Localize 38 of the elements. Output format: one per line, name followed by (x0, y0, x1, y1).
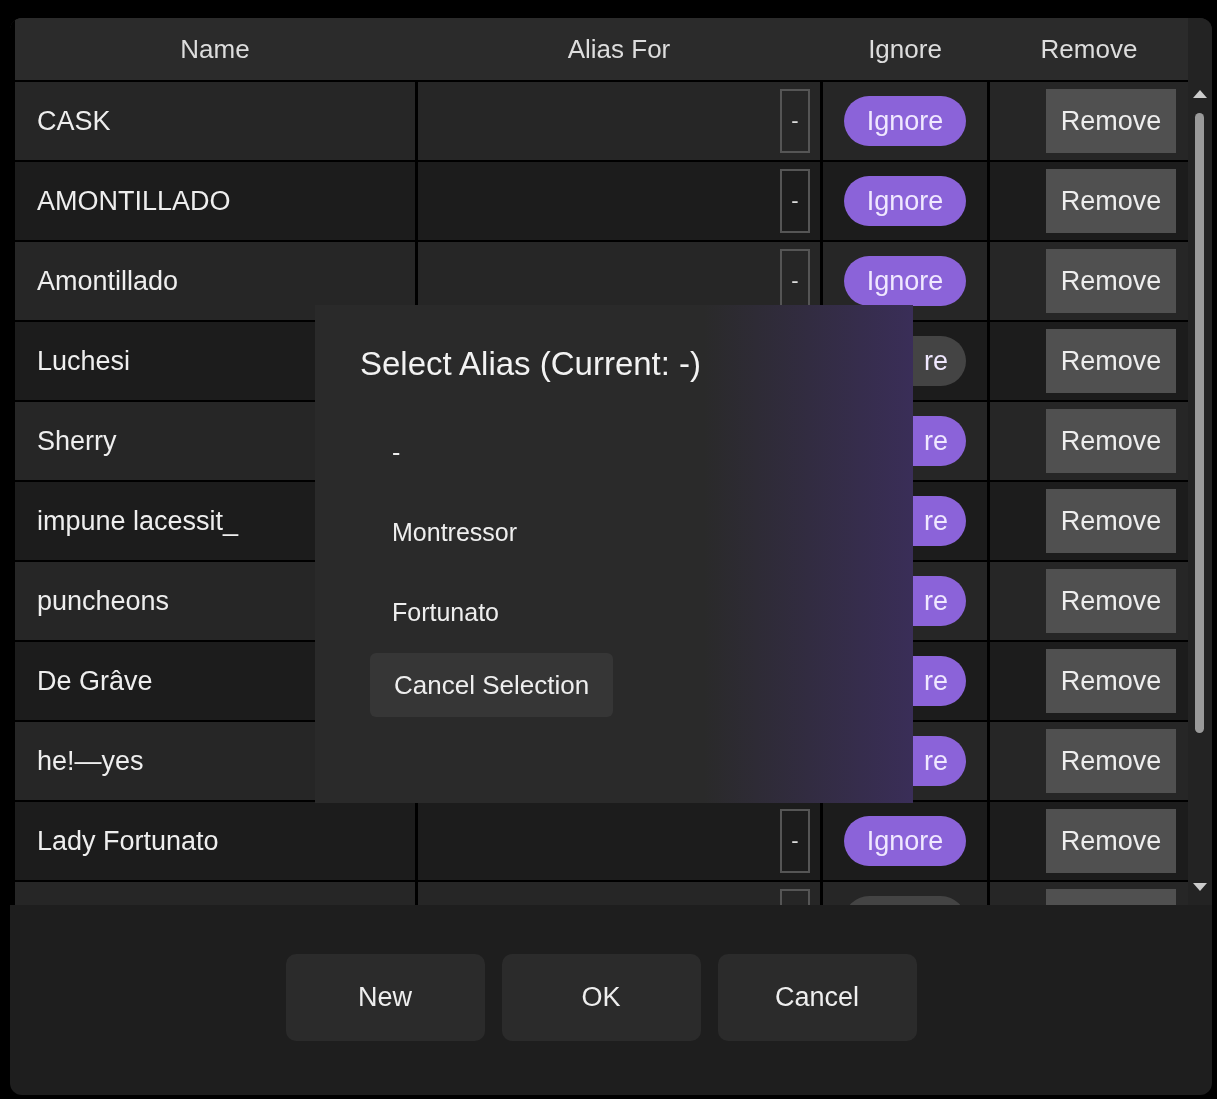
remove-button[interactable]: Remove (1046, 649, 1176, 713)
ignore-toggle[interactable]: Ignore (844, 256, 966, 306)
scroll-up-icon[interactable] (1193, 90, 1207, 98)
alias-option[interactable]: - (360, 413, 407, 491)
name-cell: Lady Fortunato (37, 825, 219, 857)
dialog-button[interactable]: New (285, 953, 485, 1041)
scroll-down-icon[interactable] (1193, 883, 1207, 891)
remove-button[interactable]: Remove (1046, 809, 1176, 873)
popup-title: Select Alias (Current: -) (360, 345, 702, 383)
remove-button[interactable]: Remove (1046, 329, 1176, 393)
name-cell: AMONTILLADO (37, 185, 231, 217)
alias-button[interactable]: - (780, 809, 810, 873)
remove-button[interactable]: Remove (1046, 249, 1176, 313)
name-cell: puncheons (37, 585, 170, 617)
remove-button[interactable]: Remove (1046, 729, 1176, 793)
name-cell: Luchesi (37, 345, 131, 377)
remove-button[interactable]: Remove (1046, 89, 1176, 153)
name-cell: impune lacessit_ (37, 505, 239, 537)
name-cell: CASK (37, 105, 111, 137)
ignore-toggle[interactable]: Ignore (844, 96, 966, 146)
remove-button[interactable]: Remove (1046, 489, 1176, 553)
ignore-toggle[interactable]: Ignore (844, 176, 966, 226)
alias-option[interactable]: Fortunato (360, 573, 505, 651)
dialog-button[interactable]: Cancel (717, 953, 917, 1041)
remove-button[interactable]: Remove (1046, 409, 1176, 473)
scrollbar-thumb[interactable] (1195, 113, 1204, 733)
alias-button[interactable]: - (780, 169, 810, 233)
name-cell: Amontillado (37, 265, 179, 297)
remove-button[interactable]: Remove (1046, 569, 1176, 633)
dialog-button[interactable]: OK (501, 953, 701, 1041)
cancel-selection-button[interactable]: Cancel Selection (370, 653, 614, 717)
alias-button[interactable]: - (780, 89, 810, 153)
ignore-toggle[interactable]: Ignore (844, 816, 966, 866)
name-cell: he!—yes (37, 745, 144, 777)
alias-option[interactable]: Montressor (360, 493, 524, 571)
name-cell: Sherry (37, 425, 117, 457)
name-cell: De Grâve (37, 665, 153, 697)
remove-button[interactable]: Remove (1046, 169, 1176, 233)
